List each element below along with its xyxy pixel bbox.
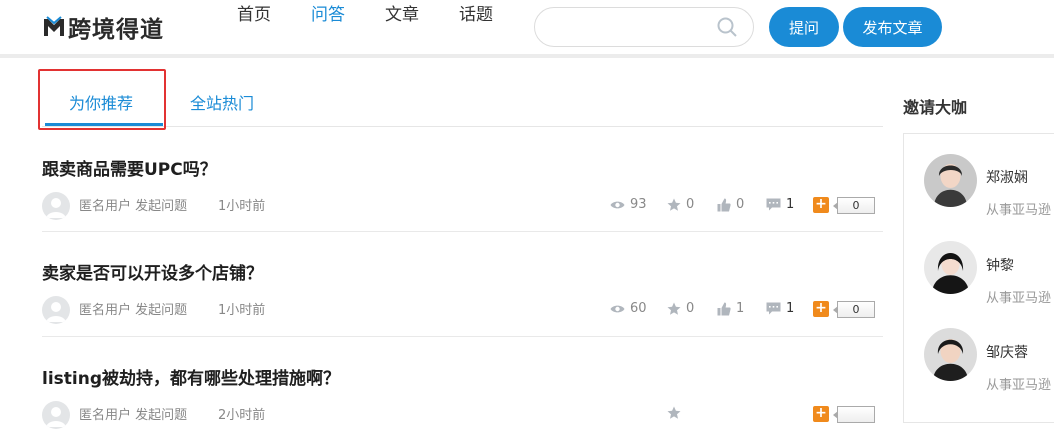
favorites-stat[interactable]: 0 [667,197,694,212]
expert-desc: 从事亚马逊 [986,291,1052,306]
likes-count: 1 [736,301,745,316]
user-avatar-icon [46,407,66,427]
tab-hot[interactable]: 全站热门 [190,90,254,114]
user-avatar-icon [46,302,66,322]
comment-icon [766,302,781,315]
user-avatar-icon [46,198,66,218]
score-count: 0 [833,197,875,214]
question-item: listing被劫持，都有哪些处理措施啊？ 匿名用户 发起问题 2小时前 + [42,364,883,429]
star-icon [667,198,681,211]
thumbs-up-icon [717,198,731,211]
comment-icon [766,198,781,211]
likes-stat[interactable]: 0 [717,197,744,212]
avatar[interactable] [924,328,977,381]
question-time: 1小时前 [218,199,266,214]
comments-count: 1 [786,197,795,212]
comments-stat[interactable]: 1 [766,301,794,316]
eye-icon [610,305,625,312]
expert-name[interactable]: 邹庆蓉 [986,342,1028,362]
top-header: 跨境得道 首页 问答 文章 话题 提问 发布文章 [0,0,1054,58]
comments-count: 1 [786,301,795,316]
expert-name[interactable]: 郑淑娴 [986,167,1028,187]
eye-icon [610,201,625,208]
avatar[interactable] [924,241,977,294]
question-item: 跟卖商品需要UPC吗？ 匿名用户 发起问题 1小时前 93 0 0 1 + 0 [42,155,883,232]
search-icon[interactable] [716,16,738,38]
plus-one-button[interactable]: + [813,301,829,317]
publish-article-button[interactable]: 发布文章 [843,7,942,47]
invite-experts-title: 邀请大咖 [903,98,968,117]
question-title[interactable]: 跟卖商品需要UPC吗？ [42,155,217,180]
question-author[interactable]: 匿名用户 发起问题 [79,299,187,318]
plus-one-button[interactable]: + [813,406,829,422]
avatar[interactable] [42,296,70,324]
highlight-annotation [38,69,166,130]
ask-button[interactable]: 提问 [769,7,839,47]
question-time: 2小时前 [218,408,266,423]
question-title[interactable]: listing被劫持，都有哪些处理措施啊？ [42,364,340,389]
expert-photo [924,154,977,207]
nav-articles[interactable]: 文章 [385,0,419,25]
favorites-count: 0 [686,197,695,212]
expert-photo [924,241,977,294]
expert-desc: 从事亚马逊 [986,203,1052,218]
expert-name[interactable]: 钟黎 [986,255,1014,275]
question-author[interactable]: 匿名用户 发起问题 [79,404,187,423]
likes-stat[interactable]: 1 [717,301,744,316]
avatar[interactable] [924,154,977,207]
comments-stat[interactable]: 1 [766,197,794,212]
favorites-stat[interactable] [667,406,686,420]
question-title[interactable]: 卖家是否可以开设多个店铺？ [42,259,263,284]
nav-topics[interactable]: 话题 [459,0,493,25]
likes-count: 0 [736,197,745,212]
favorites-stat[interactable]: 0 [667,301,694,316]
favorites-count: 0 [686,301,695,316]
site-logo[interactable]: 跨境得道 [42,12,164,43]
question-time: 1小时前 [218,303,266,318]
nav-home[interactable]: 首页 [237,0,271,25]
logo-text: 跨境得道 [68,17,164,43]
expert-desc: 从事亚马逊 [986,378,1052,393]
logo-mark-icon [44,16,64,36]
score-count: 0 [833,301,875,318]
views-stat: 93 [610,197,647,212]
expert-photo [924,328,977,381]
question-author[interactable]: 匿名用户 发起问题 [79,195,187,214]
views-stat: 60 [610,301,647,316]
views-count: 60 [630,301,647,316]
views-count: 93 [630,197,647,212]
avatar[interactable] [42,192,70,220]
avatar[interactable] [42,401,70,429]
plus-one-button[interactable]: + [813,197,829,213]
feed-tabs: 为你推荐 全站热门 [42,72,883,127]
thumbs-up-icon [717,302,731,315]
nav-qa[interactable]: 问答 [311,0,345,25]
star-icon [667,406,681,419]
star-icon [667,302,681,315]
question-item: 卖家是否可以开设多个店铺？ 匿名用户 发起问题 1小时前 60 0 1 1 + … [42,259,883,337]
score-count [833,406,875,423]
